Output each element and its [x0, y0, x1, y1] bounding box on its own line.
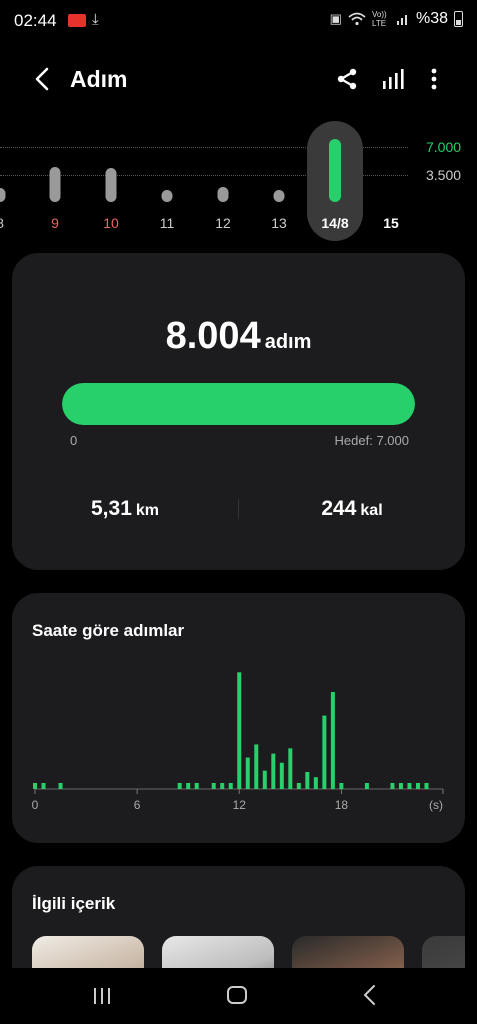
- hourly-bar: [237, 672, 242, 789]
- day-item[interactable]: 11: [147, 118, 187, 238]
- hourly-bar: [254, 744, 259, 789]
- day-item[interactable]: 15: [371, 118, 411, 238]
- hourly-bar: [415, 783, 420, 789]
- day-item[interactable]: 13: [259, 118, 299, 238]
- calories-unit: kal: [360, 502, 383, 519]
- distance-metric: 5,31 km: [12, 497, 238, 521]
- day-item[interactable]: 14/8: [307, 118, 363, 241]
- hourly-bar: [364, 783, 369, 789]
- distance-unit: km: [135, 502, 159, 519]
- x-axis-tick-label: 6: [134, 798, 141, 812]
- day-label: 10: [103, 215, 119, 231]
- x-axis-tick-label: 18: [335, 798, 349, 812]
- day-item[interactable]: 8: [0, 118, 20, 238]
- more-options-icon[interactable]: [424, 66, 444, 92]
- calories-value: 244: [321, 497, 357, 520]
- hourly-bar: [186, 783, 191, 789]
- related-content-title: İlgili içerik: [32, 894, 116, 913]
- day-label: 8: [0, 215, 20, 231]
- system-back-icon[interactable]: [358, 982, 382, 1008]
- hourly-bar: [313, 777, 318, 789]
- wifi-icon: [348, 12, 366, 26]
- home-icon[interactable]: [224, 982, 250, 1008]
- progress-min-label: 0: [70, 433, 78, 448]
- hourly-bar: [305, 771, 310, 789]
- hourly-bar: [177, 783, 182, 789]
- day-steps-bar: [161, 190, 173, 202]
- daily-steps-strip: 7.000 3.500 8 9 10 11 12 13 14/8 15: [0, 118, 477, 248]
- goal-label: Hedef: 7.000: [334, 433, 409, 448]
- goal-progress-bar: [62, 383, 415, 425]
- hourly-bar: [407, 783, 412, 789]
- back-arrow-icon[interactable]: [28, 64, 58, 94]
- hourly-bar: [330, 691, 335, 789]
- hourly-bar: [245, 757, 250, 789]
- day-label: 12: [215, 215, 231, 231]
- day-steps-bar: [329, 139, 341, 202]
- day-steps-bar: [0, 187, 6, 202]
- hourly-bar: [33, 783, 37, 789]
- hourly-bar: [41, 783, 46, 789]
- day-label: 13: [271, 215, 287, 231]
- day-label: 15: [383, 215, 399, 231]
- day-item[interactable]: 10: [91, 118, 131, 238]
- hourly-bar: [339, 783, 344, 789]
- battery-icon: [454, 11, 463, 27]
- hourly-bar: [194, 783, 199, 789]
- daily-summary-card: 8.004 adım 0 Hedef: 7.000 5,31 km 244 kal: [12, 253, 465, 570]
- status-bar: 02:44 ⤓ ▣ Vo)) LTE %38: [0, 0, 477, 44]
- day-steps-bar: [217, 187, 229, 202]
- day-item[interactable]: 12: [203, 118, 243, 238]
- hourly-bar: [211, 783, 216, 789]
- x-axis-tick-label: 0: [32, 798, 39, 812]
- x-axis-unit: (s): [429, 798, 443, 812]
- share-icon[interactable]: [334, 66, 360, 92]
- trends-icon[interactable]: [380, 66, 406, 92]
- day-label: 14/8: [321, 215, 349, 231]
- battery-saver-icon: ▣: [329, 11, 342, 26]
- battery-percent: %38: [415, 10, 448, 27]
- hourly-bar: [58, 783, 63, 789]
- hourly-bar: [296, 783, 301, 789]
- x-axis-tick-label: 12: [233, 798, 247, 812]
- hourly-bar: [262, 770, 267, 789]
- hourly-bar: [424, 783, 429, 789]
- status-time: 02:44: [14, 11, 57, 30]
- recent-apps-icon[interactable]: [90, 984, 114, 1008]
- day-label: 9: [51, 215, 59, 231]
- hourly-bar: [271, 753, 276, 789]
- goal-guide-label: 7.000: [426, 139, 462, 155]
- distance-value: 5,31: [91, 497, 132, 520]
- day-steps-bar: [49, 166, 61, 202]
- half-goal-guide-label: 3.500: [426, 167, 462, 183]
- day-steps-bar: [273, 190, 285, 202]
- hourly-steps-card[interactable]: Saate göre adımlar 0 6 12 18 (s): [12, 593, 465, 843]
- calories-metric: 244 kal: [239, 497, 465, 521]
- system-nav-bar: [0, 968, 477, 1024]
- hourly-bar: [288, 748, 293, 789]
- day-item[interactable]: 9: [35, 118, 75, 238]
- step-count-unit: adım: [264, 331, 312, 353]
- step-count: 8.004 adım: [12, 315, 465, 358]
- hourly-bar: [398, 783, 403, 789]
- signal-icon: [396, 15, 407, 25]
- hourly-bar: [228, 783, 233, 789]
- hourly-bar: [322, 715, 327, 789]
- download-notification-icon: ⤓: [92, 11, 99, 28]
- hourly-steps-chart: 0 6 12 18 (s): [32, 672, 444, 812]
- hourly-bar: [279, 762, 284, 789]
- goal-progress-fill: [62, 383, 415, 425]
- app-bar: Adım: [0, 52, 477, 108]
- volte-icon: Vo)) LTE: [371, 10, 387, 28]
- hourly-bar: [390, 783, 395, 789]
- page-title: Adım: [70, 66, 128, 92]
- day-steps-bar: [105, 168, 117, 202]
- step-count-value: 8.004: [165, 315, 261, 357]
- hourly-bar: [220, 783, 225, 789]
- day-label: 11: [159, 215, 175, 231]
- news-notification-icon: [68, 14, 86, 27]
